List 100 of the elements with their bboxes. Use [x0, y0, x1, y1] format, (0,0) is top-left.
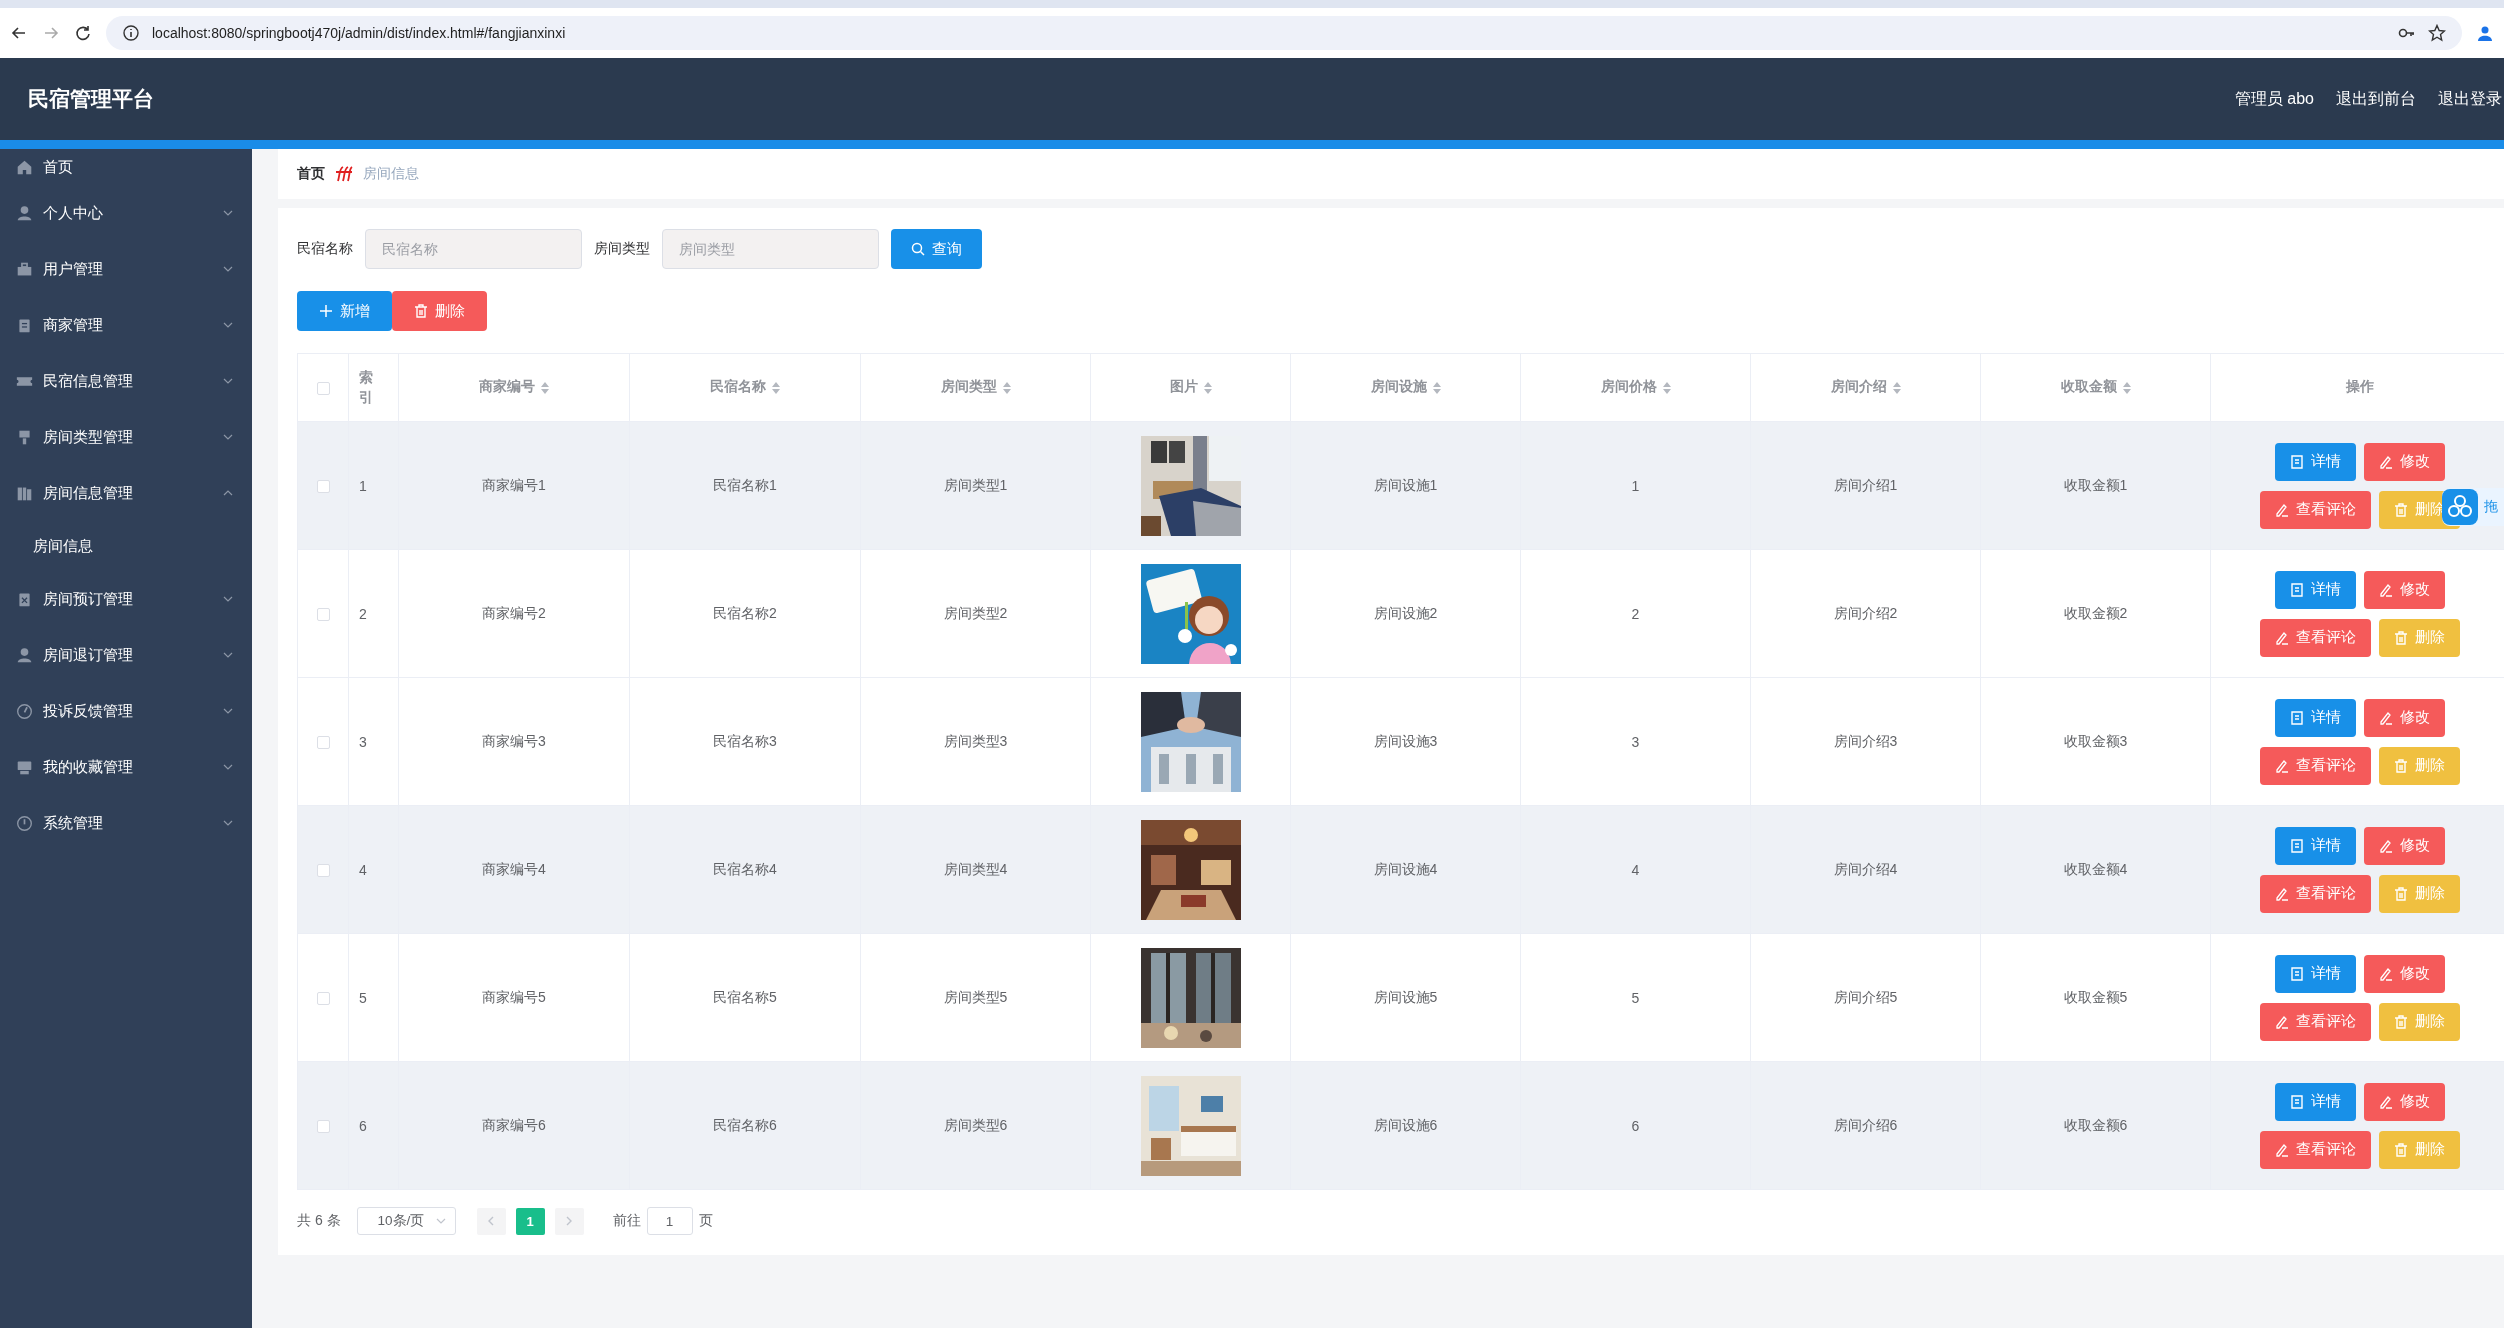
breadcrumb-link[interactable]: 首页 [297, 165, 325, 183]
sort-icon[interactable] [541, 381, 549, 394]
delete-button[interactable]: 删除 [2378, 746, 2460, 785]
detail-button[interactable]: 详情 [2274, 1082, 2356, 1121]
row-checkbox[interactable] [316, 1120, 330, 1134]
detail-button[interactable]: 详情 [2274, 442, 2356, 481]
view-comments-button[interactable]: 查看评论 [2259, 746, 2371, 785]
view-comments-button[interactable]: 查看评论 [2259, 490, 2371, 529]
edit-button[interactable]: 修改 [2363, 954, 2445, 993]
search-field[interactable]: 房间类型 [662, 229, 879, 269]
reload-icon[interactable] [74, 24, 92, 42]
document-icon [2289, 1094, 2304, 1109]
sidebar-item[interactable]: 首页 [0, 149, 252, 185]
delete-button[interactable]: 删除 [2378, 618, 2460, 657]
sidebar-item[interactable]: 房间退订管理 [0, 627, 252, 683]
trash-icon [2393, 1014, 2408, 1029]
sort-icon[interactable] [1662, 381, 1671, 394]
row-checkbox[interactable] [316, 736, 330, 750]
plus-icon [319, 304, 333, 318]
floating-widget[interactable]: 拖 [2442, 488, 2504, 526]
select-all-checkbox[interactable] [316, 382, 330, 396]
row-checkbox[interactable] [316, 608, 330, 622]
sort-icon[interactable] [2122, 381, 2131, 394]
pencil-icon [2274, 502, 2289, 517]
total-count: 共 6 条 [297, 1212, 341, 1230]
table-cell: 民宿名称6 [629, 1061, 861, 1190]
delete-button[interactable]: 删除 [2378, 1002, 2460, 1041]
next-page-button[interactable] [554, 1207, 584, 1235]
detail-button[interactable]: 详情 [2274, 826, 2356, 865]
page-jump-field[interactable]: 1 [646, 1207, 693, 1235]
row-checkbox[interactable] [316, 480, 330, 494]
sort-icon[interactable] [1203, 381, 1212, 394]
sidebar-item[interactable]: 用户管理 [0, 241, 252, 297]
delete-button[interactable]: 删除 [2378, 1130, 2460, 1169]
edit-button[interactable]: 修改 [2363, 442, 2445, 481]
search-button[interactable]: 查询 [891, 229, 982, 269]
document-icon [2289, 454, 2304, 469]
edit-button[interactable]: 修改 [2363, 570, 2445, 609]
table-cell: 房间类型1 [860, 421, 1091, 550]
table-cell: 商家编号6 [398, 1061, 630, 1190]
edit-button[interactable]: 修改 [2363, 826, 2445, 865]
info-icon[interactable] [122, 24, 140, 42]
sort-icon[interactable] [1892, 381, 1901, 394]
sidebar-item[interactable]: 个人中心 [0, 185, 252, 241]
pencil-icon [2378, 710, 2393, 725]
header-link[interactable]: 退出登录 [2438, 88, 2502, 110]
sidebar-item[interactable]: 房间类型管理 [0, 409, 252, 465]
sidebar-item[interactable]: 投诉反馈管理 [0, 683, 252, 739]
breadcrumb-current: 房间信息 [363, 165, 419, 183]
delete-button[interactable]: 删除 [2378, 874, 2460, 913]
detail-button[interactable]: 详情 [2274, 570, 2356, 609]
jump-label: 前往 [612, 1212, 641, 1230]
pencil-icon [2274, 1142, 2289, 1157]
row-checkbox[interactable] [316, 864, 330, 878]
edit-button[interactable]: 修改 [2363, 698, 2445, 737]
sidebar-subitem[interactable]: 房间信息 [0, 521, 252, 571]
brush-icon [16, 428, 33, 446]
search-field[interactable]: 民宿名称 [365, 229, 582, 269]
table-cell: 房间类型3 [860, 677, 1091, 806]
sort-icon[interactable] [1002, 381, 1011, 394]
sort-icon[interactable] [772, 381, 780, 394]
document-icon [2289, 838, 2304, 853]
table-cell: 5 [348, 933, 399, 1062]
sidebar-item[interactable]: 系统管理 [0, 795, 252, 851]
view-comments-button[interactable]: 查看评论 [2259, 1002, 2371, 1041]
row-checkbox[interactable] [316, 992, 330, 1006]
trash-icon [2393, 1142, 2408, 1157]
address-field[interactable]: localhost:8080/springbootj470j/admin/dist/index.html#/fangjianxinxi [106, 16, 2462, 50]
page-button[interactable]: 1 [515, 1207, 545, 1235]
prev-page-button[interactable] [476, 1207, 506, 1235]
table-cell: 房间介绍4 [1750, 805, 1981, 934]
trash-icon [2393, 886, 2408, 901]
table-cell: 房间类型5 [860, 933, 1091, 1062]
page-size-select[interactable]: 10条/页 [356, 1207, 456, 1235]
sidebar-item[interactable]: 商家管理 [0, 297, 252, 353]
table-cell: 民宿名称5 [629, 933, 861, 1062]
trash-icon [2393, 630, 2408, 645]
table-cell: 商家编号3 [398, 677, 630, 806]
star-icon[interactable] [2428, 24, 2446, 42]
header-link[interactable]: 退出到前台 [2336, 88, 2416, 110]
jump-suffix: 页 [698, 1212, 713, 1230]
sidebar-item[interactable]: 房间信息管理 [0, 465, 252, 521]
view-comments-button[interactable]: 查看评论 [2259, 1130, 2371, 1169]
detail-button[interactable]: 详情 [2274, 954, 2356, 993]
sort-icon[interactable] [1432, 381, 1441, 394]
delete-button[interactable]: 删除 [392, 291, 487, 331]
app-title: 民宿管理平台 [28, 86, 155, 112]
detail-button[interactable]: 详情 [2274, 698, 2356, 737]
sidebar-item[interactable]: 房间预订管理 [0, 571, 252, 627]
add-button[interactable]: 新增 [297, 291, 392, 331]
sidebar-item[interactable]: 我的收藏管理 [0, 739, 252, 795]
view-comments-button[interactable]: 查看评论 [2259, 618, 2371, 657]
pencil-icon [2378, 838, 2393, 853]
view-comments-button[interactable]: 查看评论 [2259, 874, 2371, 913]
profile-icon[interactable] [2476, 24, 2494, 42]
edit-button[interactable]: 修改 [2363, 1082, 2445, 1121]
sidebar-item[interactable]: 民宿信息管理 [0, 353, 252, 409]
pencil-icon [2378, 1094, 2393, 1109]
table-cell: 民宿名称2 [629, 549, 861, 678]
column-header: 商家编号 [479, 378, 535, 395]
